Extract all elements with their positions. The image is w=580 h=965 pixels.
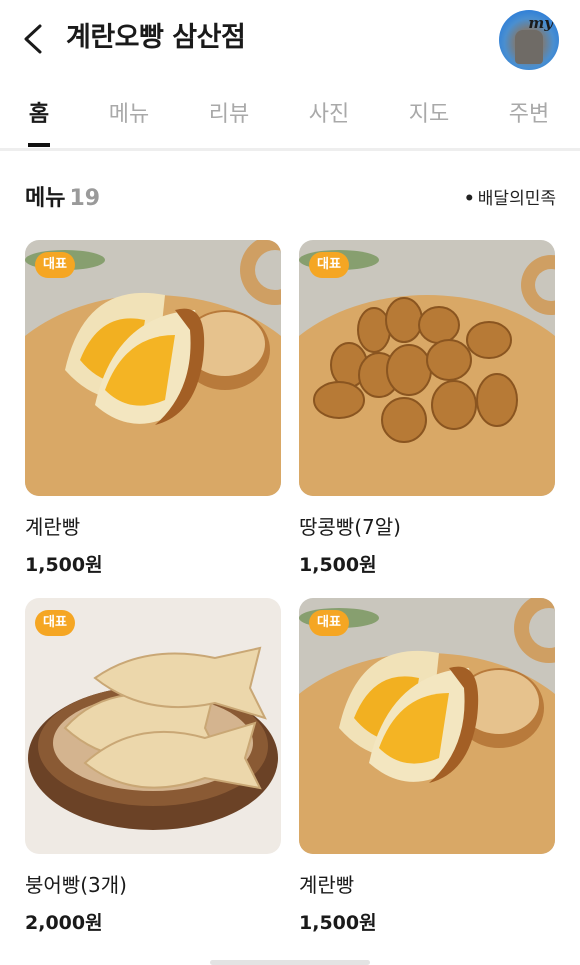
menu-item-name: 붕어빵(3개) [25, 873, 127, 897]
bullet-icon: • [463, 189, 475, 209]
menu-section-label: 메뉴 [25, 186, 66, 211]
active-tab-indicator [28, 143, 50, 147]
profile-avatar[interactable]: my [499, 10, 559, 70]
delivery-link[interactable]: • 배달의민족 [464, 184, 556, 209]
menu-item-price: 1,500원 [299, 554, 377, 576]
menu-item-name: 땅콩빵(7알) [299, 515, 401, 539]
menu-item-name: 계란빵 [25, 515, 81, 539]
tab-menu[interactable]: 메뉴 [109, 96, 149, 128]
egg-bread-image: 대표 [299, 598, 555, 854]
menu-item-price: 1,500원 [25, 554, 103, 576]
tab-map[interactable]: 지도 [409, 96, 449, 128]
signature-badge: 대표 [309, 610, 349, 636]
page-title: 계란오빵 삼산점 [66, 22, 246, 53]
menu-item-price: 1,500원 [299, 912, 377, 934]
menu-item-card[interactable]: 대표 붕어빵(3개) 2,000원 [25, 598, 281, 935]
home-indicator [210, 960, 370, 965]
tab-photos[interactable]: 사진 [309, 96, 349, 128]
menu-item-card[interactable]: 대표 땅콩빵(7알) 1,500원 [299, 240, 555, 577]
signature-badge: 대표 [309, 252, 349, 278]
tab-nearby[interactable]: 주변 [509, 96, 549, 128]
tab-bar: 홈 메뉴 리뷰 사진 지도 주변 [0, 88, 580, 151]
signature-badge: 대표 [35, 252, 75, 278]
app-header: 계란오빵 삼산점 my [0, 0, 580, 80]
menu-item-price: 2,000원 [25, 912, 103, 934]
menu-count: 19 [69, 186, 101, 211]
delivery-link-label: 배달의민족 [477, 189, 556, 209]
fish-bread-image: 대표 [25, 598, 281, 854]
tab-reviews[interactable]: 리뷰 [209, 96, 249, 128]
peanut-bread-image: 대표 [299, 240, 555, 496]
menu-item-card[interactable]: 대표 계란빵 1,500원 [25, 240, 281, 577]
menu-item-card[interactable]: 대표 계란빵 1,500원 [299, 598, 555, 935]
egg-bread-image: 대표 [25, 240, 281, 496]
menu-item-name: 계란빵 [299, 873, 355, 897]
menu-section-title: 메뉴 19 [25, 180, 100, 212]
tab-home[interactable]: 홈 [29, 96, 49, 128]
avatar-label: my [528, 14, 553, 32]
back-arrow-icon[interactable] [18, 22, 50, 56]
avatar-figure-icon [515, 30, 543, 64]
signature-badge: 대표 [35, 610, 75, 636]
